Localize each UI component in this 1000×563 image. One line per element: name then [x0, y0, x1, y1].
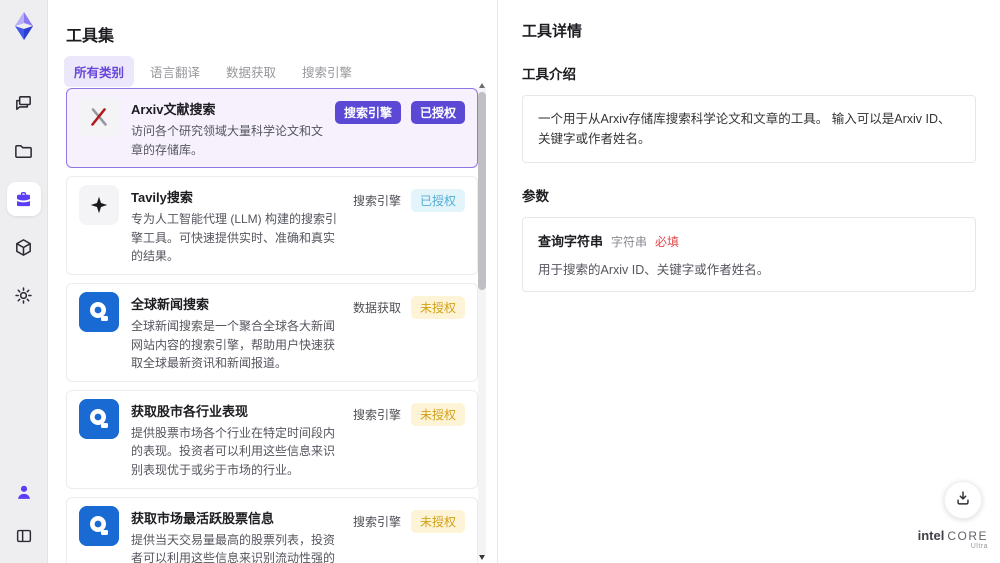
detail-title: 工具详情: [522, 23, 583, 40]
panel-toggle-icon: [14, 526, 34, 546]
intro-heading: 工具介绍: [522, 67, 576, 82]
status-badge: 已授权: [410, 101, 465, 124]
app-logo: [6, 8, 42, 44]
tool-description: 全球新闻搜索是一个聚合全球各大新闻网站内容的搜索引擎，帮助用户快速获取全球最新资…: [131, 318, 336, 371]
category-label: 搜索引擎: [352, 514, 401, 529]
sidebar-item-settings[interactable]: [7, 278, 41, 312]
list-scrollbar[interactable]: [478, 83, 486, 560]
package-icon: [13, 237, 34, 258]
category-badge: 搜索引擎: [334, 101, 401, 124]
tool-description: 访问各个研究领域大量科学论文和文章的存储库。: [131, 124, 324, 157]
arxiv-icon: [79, 97, 119, 137]
left-sidebar: [0, 0, 48, 563]
param-name: 查询字符串: [538, 234, 604, 249]
news-search-icon: [79, 291, 119, 332]
category-label: 数据获取: [352, 300, 401, 315]
status-badge: 未授权: [410, 295, 465, 319]
toolbox-icon: [13, 189, 34, 210]
tab-search-engine[interactable]: 搜索引擎: [292, 56, 362, 87]
param-type: 字符串: [611, 235, 648, 249]
gear-icon: [13, 285, 34, 306]
param-description: 用于搜索的Arxiv ID、关键字或作者姓名。: [538, 263, 770, 277]
scrollbar-down-arrow[interactable]: [479, 555, 485, 560]
folder-icon: [13, 141, 34, 162]
intro-box: 一个用于从Arxiv存储库搜索科学论文和文章的工具。 输入可以是Arxiv ID…: [522, 95, 976, 163]
download-button[interactable]: [944, 481, 982, 519]
tool-name: Arxiv文献搜索: [131, 102, 216, 117]
sidebar-item-chat[interactable]: [7, 86, 41, 120]
category-label: 搜索引擎: [352, 194, 401, 209]
sidebar-item-collapse[interactable]: [7, 519, 41, 553]
status-badge: 未授权: [410, 402, 465, 426]
tab-language-translation[interactable]: 语言翻译: [140, 56, 210, 87]
news-search-icon: [79, 398, 119, 439]
brand-ultra-text: Ultra: [970, 543, 988, 551]
tool-description: 提供当天交易量最高的股票列表，投资者可以利用这些信息来识别流动性强的股票和潜在的…: [131, 532, 336, 563]
tool-description: 提供股票市场各个行业在特定时间段内的表现。投资者可以利用这些信息来识别表现优于或…: [131, 425, 336, 477]
brand-intel-text: intel: [917, 528, 945, 544]
params-heading: 参数: [522, 189, 549, 204]
tool-name: Tavily搜索: [131, 190, 193, 206]
tool-list: Arxiv文献搜索 访问各个研究领域大量科学论文和文章的存储库。 搜索引擎 已授…: [66, 88, 478, 563]
download-icon: [954, 489, 972, 512]
sidebar-bottom: [0, 475, 47, 553]
news-search-icon: [79, 505, 119, 546]
param-box: 查询字符串 字符串 必填 用于搜索的Arxiv ID、关键字或作者姓名。: [522, 217, 976, 292]
sidebar-item-packages[interactable]: [7, 230, 41, 264]
sidebar-item-tools[interactable]: [6, 182, 41, 216]
status-badge: 未授权: [410, 509, 465, 533]
intro-text: 一个用于从Arxiv存储库搜索科学论文和文章的工具。 输入可以是Arxiv ID…: [538, 112, 951, 146]
param-required-badge: 必填: [655, 235, 680, 249]
sidebar-nav: [6, 86, 41, 312]
sidebar-item-account[interactable]: [7, 475, 41, 509]
tool-detail-panel: 工具详情 工具介绍 一个用于从Arxiv存储库搜索科学论文和文章的工具。 输入可…: [497, 0, 1000, 563]
tool-card-sector-performance[interactable]: 获取股市各行业表现 提供股票市场各个行业在特定时间段内的表现。投资者可以利用这些…: [66, 389, 478, 489]
chat-icon: [13, 93, 34, 114]
tool-card-arxiv[interactable]: Arxiv文献搜索 访问各个研究领域大量科学论文和文章的存储库。 搜索引擎 已授…: [66, 88, 478, 169]
tab-all-categories[interactable]: 所有类别: [64, 56, 135, 87]
scrollbar-thumb[interactable]: [478, 92, 486, 290]
tool-list-panel: 工具集 所有类别 语言翻译 数据获取 搜索引擎 Arxiv文献搜索 访问各个研究…: [48, 0, 497, 563]
sparkle-icon: [79, 185, 119, 226]
sidebar-item-files[interactable]: [7, 134, 41, 168]
user-icon: [14, 482, 34, 502]
category-tabs: 所有类别 语言翻译 数据获取 搜索引擎: [64, 56, 362, 87]
intel-core-logo: intel core Ultra: [917, 528, 988, 551]
category-label: 搜索引擎: [352, 407, 401, 422]
status-badge: 已授权: [410, 189, 465, 213]
tool-card-active-stocks[interactable]: 获取市场最活跃股票信息 提供当天交易量最高的股票列表，投资者可以利用这些信息来识…: [66, 496, 478, 563]
brand-core-text: core: [947, 529, 988, 544]
tool-name: 获取股市各行业表现: [131, 403, 249, 419]
tool-name: 全球新闻搜索: [131, 296, 210, 312]
scrollbar-up-arrow[interactable]: [479, 83, 485, 88]
tool-name: 获取市场最活跃股票信息: [131, 510, 275, 526]
page-title: 工具集: [66, 28, 115, 45]
tool-card-tavily[interactable]: Tavily搜索 专为人工智能代理 (LLM) 构建的搜索引擎工具。可快速提供实…: [66, 176, 478, 275]
tool-card-global-news[interactable]: 全球新闻搜索 全球新闻搜索是一个聚合全球各大新闻网站内容的搜索引擎，帮助用户快速…: [66, 282, 478, 382]
tool-description: 专为人工智能代理 (LLM) 构建的搜索引擎工具。可快速提供实时、准确和真实的结…: [131, 212, 338, 264]
tab-data-fetch[interactable]: 数据获取: [216, 56, 286, 87]
